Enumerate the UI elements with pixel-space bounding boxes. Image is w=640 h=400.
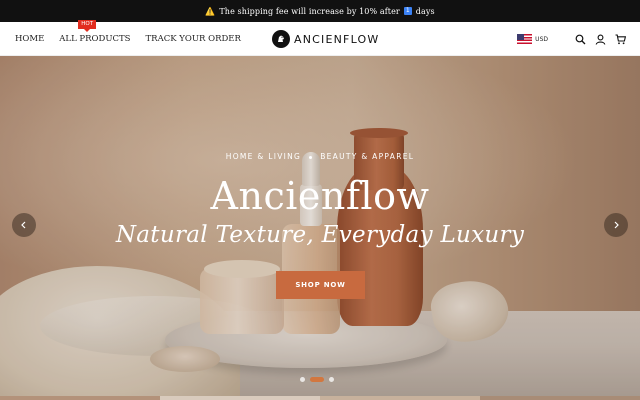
preview-tile-4 [480, 396, 640, 400]
tag-separator-dot [309, 155, 313, 159]
chevron-left-icon [21, 221, 26, 229]
shop-now-button[interactable]: SHOP NOW [276, 271, 365, 299]
carousel-dots [300, 377, 334, 382]
next-section-preview [0, 396, 640, 400]
announcement-bar: ⚠️ The shipping fee will increase by 10%… [0, 0, 640, 22]
hot-badge: HOT [78, 20, 97, 32]
user-icon[interactable] [595, 34, 606, 45]
warning-icon: ⚠️ [205, 6, 216, 16]
carousel-next-button[interactable] [604, 213, 628, 237]
days-number-badge: 1 [403, 7, 412, 15]
logo-text: ANCIENFLOW [294, 32, 380, 46]
announcement-text-end: days [415, 6, 435, 16]
site-logo[interactable]: ANCIENFLOW [272, 30, 379, 48]
preview-tile-3 [320, 396, 480, 400]
nav-track-order[interactable]: TRACK YOUR ORDER [146, 34, 241, 44]
currency-selector[interactable]: USD [535, 36, 548, 43]
nav-home[interactable]: HOME [15, 34, 44, 44]
cart-icon[interactable] [615, 33, 626, 45]
carousel-dot-3[interactable] [329, 377, 334, 382]
announcement-text: The shipping fee will increase by 10% af… [219, 6, 400, 16]
main-nav: HOME ALL PRODUCTS HOT TRACK YOUR ORDER [15, 20, 241, 56]
us-flag-icon[interactable] [517, 34, 533, 44]
logo-mark-icon [272, 30, 290, 48]
hero-banner: HOME & LIVING BEAUTY & APPAREL Ancienflow… [0, 56, 640, 396]
carousel-dot-1[interactable] [300, 377, 305, 382]
hero-tag-left: HOME & LIVING [225, 152, 302, 161]
chevron-right-icon [614, 221, 619, 229]
preview-tile-2 [160, 396, 320, 400]
hero-tag-right: BEAUTY & APPAREL [320, 152, 415, 161]
site-header: HOME ALL PRODUCTS HOT TRACK YOUR ORDER A… [0, 20, 640, 56]
header-tools: USD [517, 22, 626, 56]
hero-tags: HOME & LIVING BEAUTY & APPAREL [0, 152, 640, 161]
nav-all-products-label: ALL PRODUCTS [59, 34, 131, 44]
hero-title: Ancienflow [210, 174, 430, 218]
carousel-prev-button[interactable] [12, 213, 36, 237]
search-icon[interactable] [575, 34, 586, 45]
carousel-dot-2[interactable] [310, 377, 324, 382]
nav-all-products[interactable]: ALL PRODUCTS HOT [59, 20, 131, 44]
hero-subtitle: Natural Texture, Everyday Luxury [115, 222, 525, 248]
preview-tile-1 [0, 396, 160, 400]
